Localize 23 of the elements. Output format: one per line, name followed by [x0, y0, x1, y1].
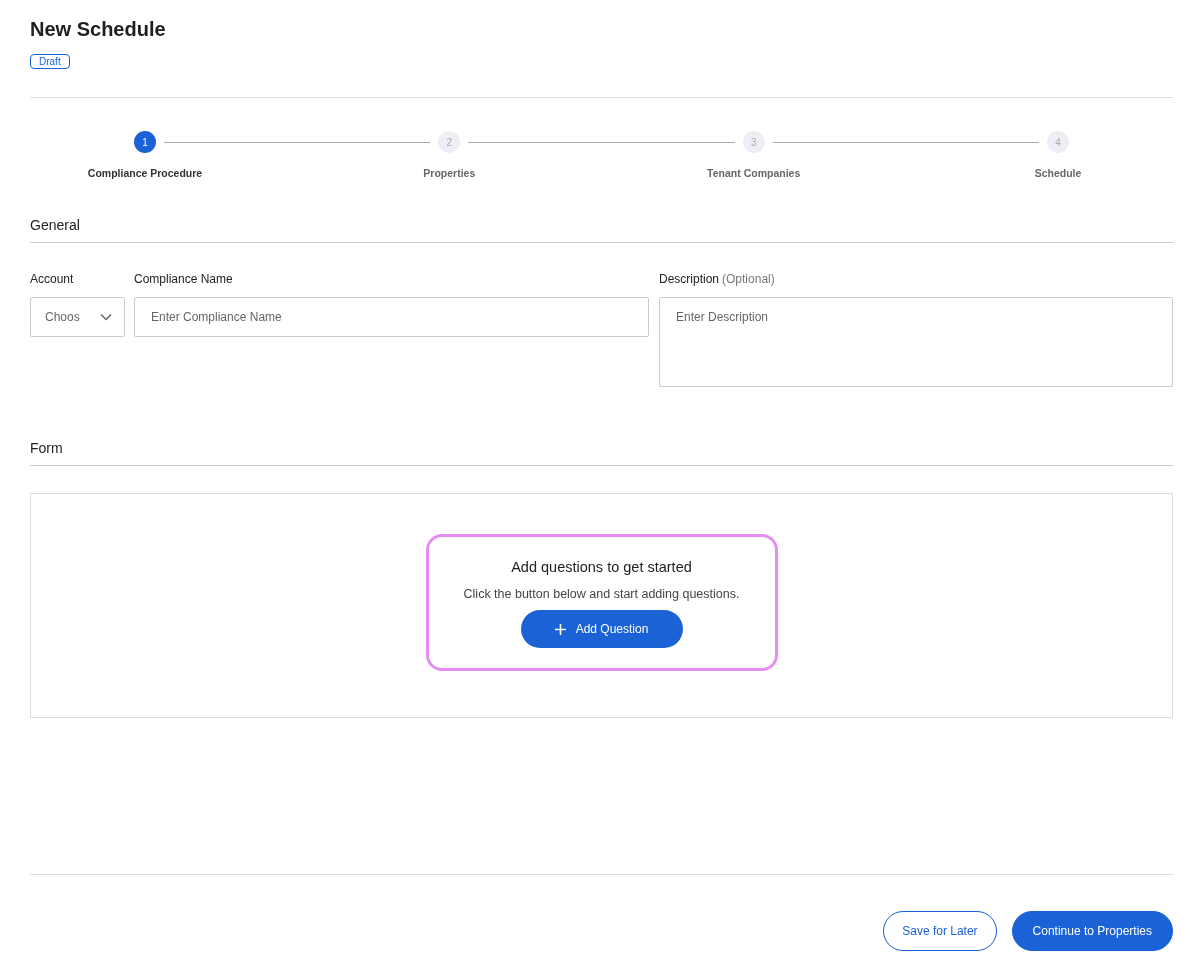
account-dropdown[interactable]: Choos — [30, 297, 125, 337]
empty-state-title: Add questions to get started — [511, 559, 692, 575]
step-label: Compliance Procedure — [86, 167, 204, 179]
status-badge: Draft — [30, 54, 70, 69]
field-label: Description — [659, 272, 720, 286]
description-field[interactable]: Enter Description — [659, 297, 1173, 387]
step-label: Schedule — [1033, 167, 1083, 179]
plus-icon — [554, 623, 566, 635]
continue-button[interactable]: Continue to Properties — [1011, 911, 1173, 951]
chevron-down-icon — [100, 313, 112, 321]
save-button[interactable]: Save for Later — [883, 911, 997, 951]
field-label: Account — [30, 272, 75, 286]
section-heading: Form — [30, 440, 1173, 466]
optional-hint: (Optional) — [722, 272, 775, 286]
step-label: Properties — [422, 167, 477, 179]
step-number[interactable]: 1 — [134, 131, 156, 153]
step-label: Tenant Companies — [706, 167, 802, 179]
add-question-button[interactable]: Add Question — [520, 610, 683, 648]
empty-state-text: Click the button below and start adding questions. — [463, 587, 740, 601]
compliance-name-field[interactable]: Enter Compliance Name — [134, 297, 649, 337]
page-title: New Schedule — [30, 18, 167, 41]
section-heading: General — [30, 217, 1173, 243]
field-label: Compliance Name — [134, 272, 234, 286]
